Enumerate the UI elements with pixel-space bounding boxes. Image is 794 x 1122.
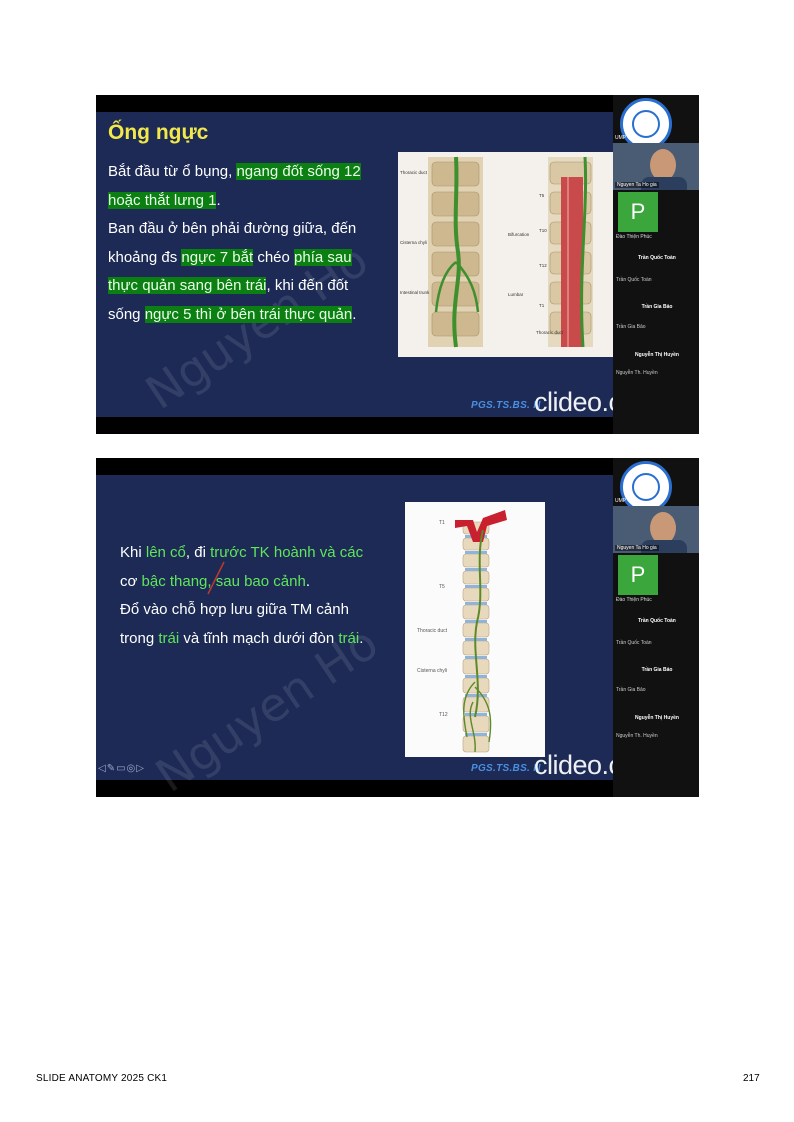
label-t10: T10 xyxy=(539,228,547,233)
presenter-name: Nguyen Ta Ho gia xyxy=(615,545,659,551)
page-number: 217 xyxy=(743,1073,760,1084)
presenter-video[interactable]: Nguyen Ta Ho gia xyxy=(613,143,699,190)
presenter-video[interactable]: Nguyen Ta Ho gia xyxy=(613,506,699,553)
label-t1: T1 xyxy=(539,303,545,308)
thoracic-duct-illustration: Thoracic duct Cisterna chyli Intestinal … xyxy=(400,156,593,348)
slide-1-body: Bắt đầu từ ổ bụng, ngang đốt sống 12 hoặ… xyxy=(108,158,398,329)
label-bifurcation: Bifurcation xyxy=(508,232,530,237)
participant-name: Trần Quốc Toàn xyxy=(638,618,676,624)
line-2: hoặc thắt lưng 1. xyxy=(108,191,221,209)
label-cisterna-chyli: Cisterna chyli xyxy=(417,668,447,674)
slide-2-body: Khi lên cổ, đi trước TK hoành và các cơ … xyxy=(120,539,410,653)
participant-name: Nguyễn Thị Huyền xyxy=(635,352,679,358)
label-intestinal-trunk: Intestinal trunk xyxy=(400,290,430,295)
slide-controls[interactable]: ◁✎▭◎▷ xyxy=(98,763,145,774)
side-label: UMP Ca xyxy=(615,135,634,141)
slide-2: Nguyen Ho Khi lên cổ, đi trước TK hoành … xyxy=(96,458,699,797)
label-t1: T1 xyxy=(439,520,445,526)
spine-duct-illustration: T1 T5 Thoracic duct Cisterna chyli T12 xyxy=(417,510,507,753)
participant-name: Trần Quốc Toàn xyxy=(638,255,676,261)
label-t5: T5 xyxy=(539,193,545,198)
participant-sub: Nguyễn Th. Huyền xyxy=(616,370,658,376)
label-thoracic-duct-2: Thoracic duct xyxy=(536,330,564,335)
label-t12: T12 xyxy=(539,263,547,268)
participant-sub: Trần Quốc Toàn xyxy=(616,640,652,646)
side-label: UMP Ca xyxy=(615,498,634,504)
label-t12: T12 xyxy=(439,712,448,718)
participant-sub: Nguyễn Th. Huyền xyxy=(616,733,658,739)
participant-avatar-name: Đào Thiện Phúc xyxy=(616,234,652,240)
slide-title: Ống ngực xyxy=(108,121,209,144)
line-3: Đổ vào chỗ hợp lưu giữa TM cảnh xyxy=(120,601,349,618)
label-thoracic-duct: Thoracic duct xyxy=(417,628,448,634)
line-3: Ban đầu ở bên phải đường giữa, đến xyxy=(108,220,357,237)
label-thoracic-duct: Thoracic duct xyxy=(400,170,428,175)
participant-sub: Trần Gia Bảo xyxy=(616,687,646,693)
line-5: thực quản sang bên trái, khi đến đốt xyxy=(108,277,349,294)
credit-text: PGS.TS.BS. N xyxy=(471,400,541,411)
label-t5: T5 xyxy=(439,584,445,590)
line-1: Khi lên cổ, đi trước TK hoành và các xyxy=(120,544,364,561)
line-6: sống ngực 5 thì ở bên trái thực quản. xyxy=(108,305,357,323)
participant-name: Trần Gia Bảo xyxy=(641,304,673,310)
line-4: trong trái và tĩnh mạch dưới đòn trái. xyxy=(120,629,364,647)
line-1: Bắt đầu từ ổ bụng, ngang đốt sống 12 xyxy=(108,163,361,180)
participant-avatar-name: Đào Thiện Phúc xyxy=(616,597,652,603)
thoracic-duct-figure-2: T1 T5 Thoracic duct Cisterna chyli T12 xyxy=(405,502,545,757)
participant-name: Nguyễn Thị Huyền xyxy=(635,715,679,721)
label-cisterna-chyli: Cisterna chyli xyxy=(400,240,427,245)
slide-1: Nguyen Ho Ống ngực Bắt đầu từ ổ bụng, ng… xyxy=(96,95,699,434)
participant-sub: Trần Quốc Toàn xyxy=(616,277,652,283)
thoracic-duct-figure: Thoracic duct Cisterna chyli Intestinal … xyxy=(398,152,613,357)
credit-text: PGS.TS.BS. N xyxy=(471,763,541,774)
label-lumbar: Lumbar xyxy=(508,292,524,297)
participant-name: Trần Gia Bảo xyxy=(641,667,673,673)
footer-title: SLIDE ANATOMY 2025 CK1 xyxy=(36,1073,168,1084)
line-4: khoảng đs ngực 7 bắt chéo phía sau xyxy=(108,248,352,266)
pen-annotation xyxy=(207,561,225,595)
presenter-name: Nguyen Ta Ho gia xyxy=(615,182,659,188)
participant-avatar[interactable]: P xyxy=(618,555,658,595)
participant-sub: Trần Gia Bảo xyxy=(616,324,646,330)
participant-avatar[interactable]: P xyxy=(618,192,658,232)
line-2: cơ bậc thang, sau bao cảnh. xyxy=(120,572,310,590)
